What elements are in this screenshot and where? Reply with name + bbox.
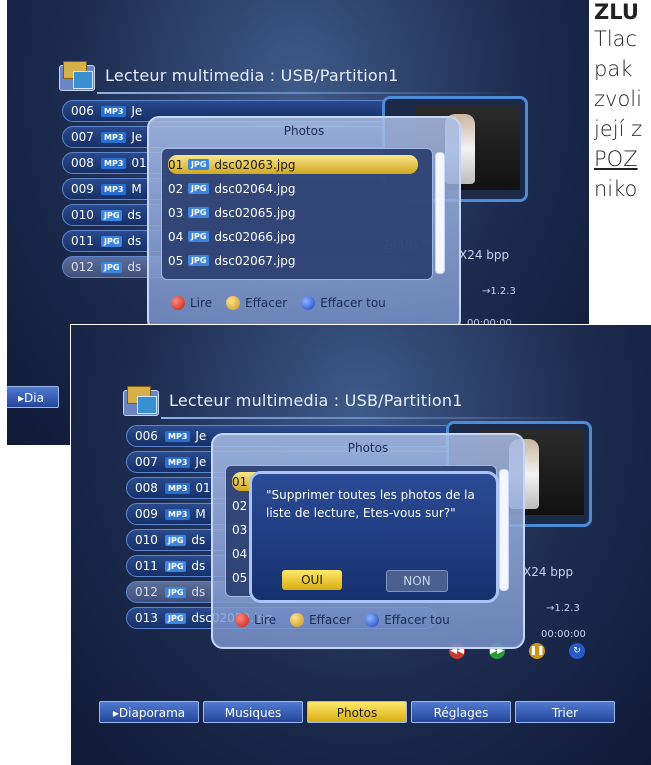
photos-button[interactable]: Photos (307, 701, 407, 723)
jpg-icon: JPG (188, 255, 210, 266)
red-button-icon (235, 613, 249, 627)
reglages-button[interactable]: Réglages (411, 701, 511, 723)
mp3-icon: MP3 (101, 157, 127, 169)
doc-line: niko (594, 177, 638, 201)
playlist-item-selected[interactable]: 01 JPG dsc02063.jpg (168, 155, 418, 174)
popup-title: Photos (283, 124, 325, 138)
jpg-icon: JPG (101, 235, 123, 247)
legend-play[interactable]: Lire (171, 296, 212, 310)
title-divider (97, 92, 517, 94)
doc-line: její z (594, 117, 643, 141)
mp3-icon: MP3 (165, 456, 191, 468)
legend-delete-all[interactable]: Effacer tou (301, 296, 386, 310)
page-title: Lecteur multimedia : USB/Partition1 (105, 65, 399, 85)
playlist-item[interactable]: 04 JPG dsc02066.jpg (168, 227, 418, 246)
mp3-icon: MP3 (101, 131, 127, 143)
blue-button-icon (301, 296, 316, 310)
playlist-item[interactable]: 05 JPG dsc02067.jpg (168, 251, 418, 270)
photo-resolution: X24 bpp (459, 248, 510, 262)
photo-resolution: X24 bpp (523, 565, 574, 579)
playlist-item[interactable]: 03 JPG dsc02065.jpg (168, 203, 418, 222)
doc-line-link[interactable]: POZ (594, 144, 651, 174)
repeat-icon[interactable]: ↻ (569, 643, 585, 659)
mp3-icon: MP3 (165, 482, 191, 494)
jpg-icon: JPG (165, 612, 187, 624)
bottom-menu: ▸Diaporama Musiques Photos Réglages Trie… (99, 701, 619, 723)
popup-title: Photos (347, 441, 389, 455)
blue-button-icon (365, 613, 380, 627)
jpg-icon: JPG (101, 209, 123, 221)
doc-heading: ZLU (594, 0, 639, 24)
jpg-icon: JPG (165, 534, 187, 546)
yes-button[interactable]: OUI (282, 570, 342, 590)
document-text: ZLU Tlac pak zvoli její z POZ niko (594, 0, 651, 204)
header: Lecteur multimedia : USB/Partition1 (121, 383, 463, 417)
mp3-icon: MP3 (165, 508, 191, 520)
multimedia-folder-icon (57, 59, 97, 91)
scrollbar[interactable] (499, 469, 509, 591)
title-divider (161, 417, 581, 419)
jpg-icon: JPG (188, 207, 210, 218)
doc-line: Tlac (594, 27, 638, 51)
musiques-button[interactable]: Musiques (203, 701, 303, 723)
doc-line: zvoli (594, 87, 642, 111)
tv-screen-delete-confirm: Lecteur multimedia : USB/Partition1 006 M… (71, 325, 651, 765)
mp3-icon: MP3 (101, 183, 127, 195)
yellow-button-icon (290, 613, 305, 627)
jpg-icon: JPG (165, 560, 187, 572)
scrollbar[interactable] (435, 152, 445, 274)
pause-icon[interactable]: ❚❚ (529, 643, 545, 659)
jpg-icon: JPG (101, 261, 123, 273)
photos-playlist-popup: Photos 01 JPG dsc02063.jpg 02 JPG dsc02064.j… (147, 116, 461, 332)
jpg-icon: JPG (165, 586, 187, 598)
legend-play[interactable]: Lire (235, 613, 276, 627)
yellow-button-icon (226, 296, 241, 310)
no-button[interactable]: NON (386, 570, 448, 592)
delete-confirm-dialog: "Supprimer toutes les photos de la liste… (249, 471, 499, 603)
jpg-icon: JPG (188, 183, 210, 194)
multimedia-folder-icon (121, 384, 161, 416)
diaporama-button[interactable]: ▸Diaporama (99, 701, 199, 723)
trier-button[interactable]: Trier (515, 701, 615, 723)
page-indicator: →1.2.3 (482, 286, 516, 297)
color-key-legend: Lire Effacer Effacer tou (171, 296, 456, 310)
legend-delete[interactable]: Effacer (290, 613, 351, 627)
time-display: 00:00:00 (541, 629, 586, 640)
page-title: Lecteur multimedia : USB/Partition1 (169, 390, 463, 410)
mp3-icon: MP3 (101, 105, 127, 117)
doc-line: pak (594, 57, 633, 81)
jpg-icon: JPG (188, 231, 210, 242)
color-key-legend: Lire Effacer Effacer tou (235, 613, 520, 627)
header: Lecteur multimedia : USB/Partition1 (57, 58, 399, 92)
playlist-item[interactable]: 02 JPG dsc02064.jpg (168, 179, 418, 198)
legend-delete-all[interactable]: Effacer tou (365, 613, 450, 627)
diaporama-button[interactable]: ▸Dia (7, 386, 59, 408)
legend-delete[interactable]: Effacer (226, 296, 287, 310)
page-indicator: →1.2.3 (546, 603, 580, 614)
jpg-icon: JPG (188, 159, 210, 170)
confirm-message: "Supprimer toutes les photos de la liste… (266, 488, 475, 520)
red-button-icon (171, 296, 185, 310)
mp3-icon: MP3 (165, 430, 191, 442)
playlist: 01 JPG dsc02063.jpg 02 JPG dsc02064.jpg 03 JP… (161, 148, 433, 280)
